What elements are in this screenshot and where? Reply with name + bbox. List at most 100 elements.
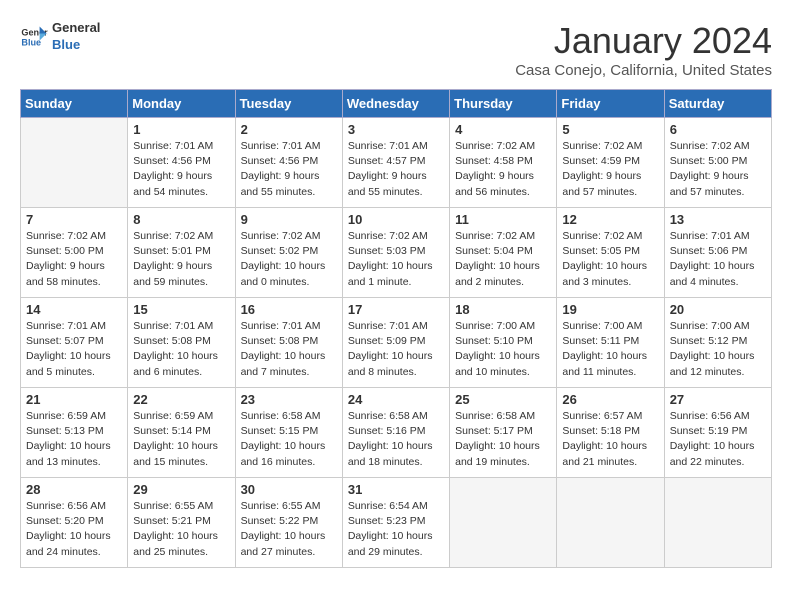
day-number: 26 bbox=[562, 392, 658, 407]
calendar-cell: 8 Sunrise: 7:02 AM Sunset: 5:01 PM Daylig… bbox=[128, 208, 235, 298]
calendar-cell: 16Sunrise: 7:01 AM Sunset: 5:08 PM Dayli… bbox=[235, 298, 342, 388]
calendar-cell: 28Sunrise: 6:56 AM Sunset: 5:20 PM Dayli… bbox=[21, 478, 128, 568]
day-number: 8 bbox=[133, 212, 229, 227]
day-number: 1 bbox=[133, 122, 229, 137]
logo-icon: General Blue bbox=[20, 23, 48, 51]
calendar-cell: 14 Sunrise: 7:01 AM Sunset: 5:07 PM Dayli… bbox=[21, 298, 128, 388]
day-info: Sunrise: 6:56 AM Sunset: 5:19 PM Dayligh… bbox=[670, 409, 766, 470]
day-info: Sunrise: 7:02 AM Sunset: 4:58 PM Dayligh… bbox=[455, 139, 551, 200]
day-info: Sunrise: 7:01 AM Sunset: 5:08 PM Dayligh… bbox=[241, 319, 337, 380]
day-info: Sunrise: 6:58 AM Sunset: 5:16 PM Dayligh… bbox=[348, 409, 444, 470]
day-header-thursday: Thursday bbox=[450, 90, 557, 118]
day-info: Sunrise: 7:00 AM Sunset: 5:12 PM Dayligh… bbox=[670, 319, 766, 380]
day-header-saturday: Saturday bbox=[664, 90, 771, 118]
day-info: Sunrise: 7:02 AM Sunset: 5:05 PM Dayligh… bbox=[562, 229, 658, 290]
week-row-5: 28Sunrise: 6:56 AM Sunset: 5:20 PM Dayli… bbox=[21, 478, 772, 568]
calendar-cell: 3 Sunrise: 7:01 AM Sunset: 4:57 PM Daylig… bbox=[342, 118, 449, 208]
calendar-cell bbox=[664, 478, 771, 568]
calendar-cell: 19 Sunrise: 7:00 AM Sunset: 5:11 PM Dayli… bbox=[557, 298, 664, 388]
day-info: Sunrise: 7:00 AM Sunset: 5:11 PM Dayligh… bbox=[562, 319, 658, 380]
calendar-subtitle: Casa Conejo, California, United States bbox=[515, 62, 772, 79]
day-header-friday: Friday bbox=[557, 90, 664, 118]
day-info: Sunrise: 6:57 AM Sunset: 5:18 PM Dayligh… bbox=[562, 409, 658, 470]
calendar-cell: 5Sunrise: 7:02 AM Sunset: 4:59 PM Daylig… bbox=[557, 118, 664, 208]
day-number: 13 bbox=[670, 212, 766, 227]
day-number: 6 bbox=[670, 122, 766, 137]
calendar-cell: 31Sunrise: 6:54 AM Sunset: 5:23 PM Dayli… bbox=[342, 478, 449, 568]
day-info: Sunrise: 6:55 AM Sunset: 5:22 PM Dayligh… bbox=[241, 499, 337, 560]
calendar-cell: 18 Sunrise: 7:00 AM Sunset: 5:10 PM Dayli… bbox=[450, 298, 557, 388]
calendar-table: SundayMondayTuesdayWednesdayThursdayFrid… bbox=[20, 89, 772, 568]
title-block: January 2024 Casa Conejo, California, Un… bbox=[515, 20, 772, 79]
day-info: Sunrise: 7:01 AM Sunset: 5:06 PM Dayligh… bbox=[670, 229, 766, 290]
day-header-monday: Monday bbox=[128, 90, 235, 118]
day-number: 17 bbox=[348, 302, 444, 317]
day-number: 4 bbox=[455, 122, 551, 137]
calendar-cell: 22 Sunrise: 6:59 AM Sunset: 5:14 PM Dayli… bbox=[128, 388, 235, 478]
day-info: Sunrise: 7:02 AM Sunset: 5:01 PM Dayligh… bbox=[133, 229, 229, 290]
day-info: Sunrise: 6:58 AM Sunset: 5:15 PM Dayligh… bbox=[241, 409, 337, 470]
day-info: Sunrise: 6:58 AM Sunset: 5:17 PM Dayligh… bbox=[455, 409, 551, 470]
day-info: Sunrise: 7:01 AM Sunset: 4:56 PM Dayligh… bbox=[133, 139, 229, 200]
calendar-cell: 1 Sunrise: 7:01 AM Sunset: 4:56 PM Daylig… bbox=[128, 118, 235, 208]
day-info: Sunrise: 7:01 AM Sunset: 4:56 PM Dayligh… bbox=[241, 139, 337, 200]
day-number: 10 bbox=[348, 212, 444, 227]
day-number: 15 bbox=[133, 302, 229, 317]
logo: General Blue General Blue bbox=[20, 20, 100, 54]
week-row-3: 14 Sunrise: 7:01 AM Sunset: 5:07 PM Dayli… bbox=[21, 298, 772, 388]
day-header-wednesday: Wednesday bbox=[342, 90, 449, 118]
day-number: 2 bbox=[241, 122, 337, 137]
day-info: Sunrise: 7:00 AM Sunset: 5:10 PM Dayligh… bbox=[455, 319, 551, 380]
day-info: Sunrise: 7:02 AM Sunset: 5:02 PM Dayligh… bbox=[241, 229, 337, 290]
day-info: Sunrise: 7:01 AM Sunset: 4:57 PM Dayligh… bbox=[348, 139, 444, 200]
day-info: Sunrise: 6:59 AM Sunset: 5:13 PM Dayligh… bbox=[26, 409, 122, 470]
calendar-cell bbox=[557, 478, 664, 568]
day-number: 14 bbox=[26, 302, 122, 317]
day-number: 22 bbox=[133, 392, 229, 407]
day-header-tuesday: Tuesday bbox=[235, 90, 342, 118]
calendar-title: January 2024 bbox=[515, 20, 772, 62]
calendar-cell: 7 Sunrise: 7:02 AM Sunset: 5:00 PM Daylig… bbox=[21, 208, 128, 298]
calendar-cell: 26 Sunrise: 6:57 AM Sunset: 5:18 PM Dayli… bbox=[557, 388, 664, 478]
page-header: General Blue General Blue January 2024 C… bbox=[20, 20, 772, 79]
week-row-4: 21 Sunrise: 6:59 AM Sunset: 5:13 PM Dayli… bbox=[21, 388, 772, 478]
calendar-cell bbox=[450, 478, 557, 568]
day-number: 27 bbox=[670, 392, 766, 407]
day-info: Sunrise: 6:59 AM Sunset: 5:14 PM Dayligh… bbox=[133, 409, 229, 470]
day-info: Sunrise: 6:55 AM Sunset: 5:21 PM Dayligh… bbox=[133, 499, 229, 560]
day-info: Sunrise: 7:02 AM Sunset: 5:04 PM Dayligh… bbox=[455, 229, 551, 290]
week-row-1: 1 Sunrise: 7:01 AM Sunset: 4:56 PM Daylig… bbox=[21, 118, 772, 208]
day-number: 20 bbox=[670, 302, 766, 317]
day-number: 12 bbox=[562, 212, 658, 227]
calendar-cell: 9 Sunrise: 7:02 AM Sunset: 5:02 PM Daylig… bbox=[235, 208, 342, 298]
day-number: 18 bbox=[455, 302, 551, 317]
day-info: Sunrise: 7:01 AM Sunset: 5:07 PM Dayligh… bbox=[26, 319, 122, 380]
calendar-cell: 4 Sunrise: 7:02 AM Sunset: 4:58 PM Daylig… bbox=[450, 118, 557, 208]
day-number: 23 bbox=[241, 392, 337, 407]
day-number: 3 bbox=[348, 122, 444, 137]
day-number: 24 bbox=[348, 392, 444, 407]
day-info: Sunrise: 7:02 AM Sunset: 5:00 PM Dayligh… bbox=[26, 229, 122, 290]
day-info: Sunrise: 7:02 AM Sunset: 5:00 PM Dayligh… bbox=[670, 139, 766, 200]
calendar-cell: 25Sunrise: 6:58 AM Sunset: 5:17 PM Dayli… bbox=[450, 388, 557, 478]
day-number: 11 bbox=[455, 212, 551, 227]
calendar-cell: 30 Sunrise: 6:55 AM Sunset: 5:22 PM Dayli… bbox=[235, 478, 342, 568]
day-number: 9 bbox=[241, 212, 337, 227]
day-header-sunday: Sunday bbox=[21, 90, 128, 118]
calendar-cell: 12 Sunrise: 7:02 AM Sunset: 5:05 PM Dayli… bbox=[557, 208, 664, 298]
calendar-cell: 10Sunrise: 7:02 AM Sunset: 5:03 PM Dayli… bbox=[342, 208, 449, 298]
day-info: Sunrise: 7:01 AM Sunset: 5:09 PM Dayligh… bbox=[348, 319, 444, 380]
day-number: 19 bbox=[562, 302, 658, 317]
calendar-cell bbox=[21, 118, 128, 208]
calendar-cell: 24 Sunrise: 6:58 AM Sunset: 5:16 PM Dayli… bbox=[342, 388, 449, 478]
day-number: 30 bbox=[241, 482, 337, 497]
day-number: 21 bbox=[26, 392, 122, 407]
day-number: 28 bbox=[26, 482, 122, 497]
logo-text: General Blue bbox=[52, 20, 100, 54]
calendar-cell: 20 Sunrise: 7:00 AM Sunset: 5:12 PM Dayli… bbox=[664, 298, 771, 388]
day-number: 31 bbox=[348, 482, 444, 497]
day-number: 29 bbox=[133, 482, 229, 497]
day-number: 7 bbox=[26, 212, 122, 227]
calendar-cell: 2 Sunrise: 7:01 AM Sunset: 4:56 PM Daylig… bbox=[235, 118, 342, 208]
day-number: 5 bbox=[562, 122, 658, 137]
